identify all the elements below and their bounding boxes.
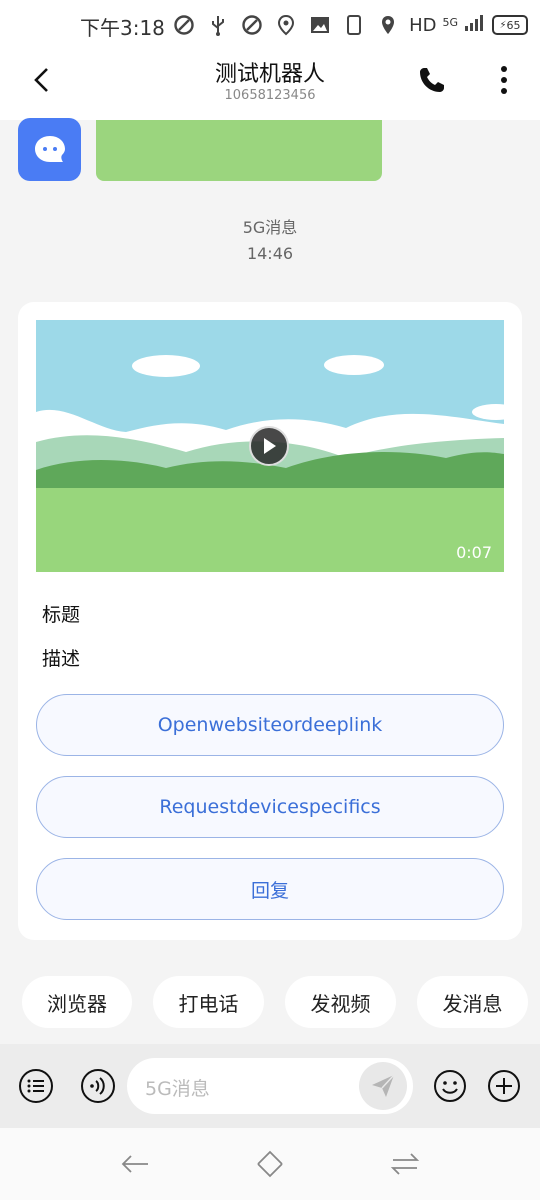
menu-button[interactable] <box>18 1068 54 1104</box>
card-description: 描述 <box>42 648 81 670</box>
usb-icon <box>206 13 230 37</box>
open-website-button[interactable]: Openwebsiteordeeplink <box>36 694 504 756</box>
nav-back-button[interactable] <box>115 1146 155 1182</box>
previous-message-card[interactable] <box>96 120 382 181</box>
send-icon <box>372 1074 395 1097</box>
auto-sync-icon <box>240 13 264 37</box>
message-input[interactable]: 5G消息 <box>127 1058 413 1114</box>
chat-header: 测试机器人 10658123456 <box>0 48 540 120</box>
list-icon <box>19 1069 53 1103</box>
input-bar: 5G消息 <box>0 1044 540 1128</box>
auto-sync-icon <box>172 13 196 37</box>
more-vertical-icon <box>501 66 507 94</box>
status-right: HD 5G ⚡ 65 <box>409 10 528 40</box>
chip-call[interactable]: 打电话 <box>153 976 264 1028</box>
status-icons <box>172 10 400 40</box>
chip-browser[interactable]: 浏览器 <box>22 976 132 1028</box>
message-label: 5G消息 <box>242 218 298 237</box>
chatbot-icon <box>34 135 65 162</box>
charging-icon: ⚡ <box>499 19 507 31</box>
chip-send-video[interactable]: 发视频 <box>285 976 396 1028</box>
send-button[interactable] <box>359 1062 407 1110</box>
nav-home-icon <box>257 1150 283 1178</box>
add-button[interactable] <box>486 1068 522 1104</box>
video-duration: 0:07 <box>456 543 492 562</box>
chip-send-message[interactable]: 发消息 <box>417 976 528 1028</box>
voice-button[interactable] <box>80 1068 116 1104</box>
hd-indicator: HD <box>409 14 437 36</box>
emoji-icon <box>434 1070 466 1102</box>
battery-level: 65 <box>506 18 521 32</box>
video-thumbnail[interactable]: 0:07 <box>36 320 504 572</box>
nav-home-button[interactable] <box>250 1146 290 1182</box>
status-time: 下午3:18 <box>80 16 165 40</box>
status-bar: 下午3:18 HD 5G ⚡ 65 <box>0 0 540 48</box>
reply-button[interactable]: 回复 <box>36 858 504 920</box>
network-type: 5G <box>442 15 458 29</box>
location-pin-icon <box>376 13 400 37</box>
phone-number: 10658123456 <box>224 88 316 103</box>
request-device-specifics-button[interactable]: Requestdevicespecifics <box>36 776 504 838</box>
call-button[interactable] <box>412 60 452 100</box>
input-placeholder: 5G消息 <box>145 1078 210 1100</box>
chatbot-avatar[interactable] <box>18 118 81 181</box>
signal-icon <box>464 14 486 36</box>
nav-back-icon <box>121 1155 148 1173</box>
rich-card: 0:07 标题 描述 Openwebsiteordeeplink Request… <box>18 302 522 940</box>
play-button[interactable] <box>249 426 289 466</box>
image-icon <box>308 13 332 37</box>
location-icon <box>274 13 298 37</box>
nav-recents-button[interactable] <box>385 1146 425 1182</box>
nav-switch-icon <box>390 1153 420 1175</box>
play-icon <box>264 438 276 454</box>
chat-title: 测试机器人 <box>214 62 325 87</box>
card-title: 标题 <box>42 604 81 626</box>
more-button[interactable] <box>488 60 520 100</box>
emoji-button[interactable] <box>432 1068 468 1104</box>
plus-icon <box>488 1070 520 1102</box>
phone-icon <box>420 68 444 92</box>
battery-indicator: ⚡ 65 <box>492 15 528 35</box>
phone-icon <box>342 13 366 37</box>
message-time: 14:46 <box>246 244 294 263</box>
navigation-bar <box>0 1128 540 1200</box>
voice-icon <box>81 1069 115 1103</box>
